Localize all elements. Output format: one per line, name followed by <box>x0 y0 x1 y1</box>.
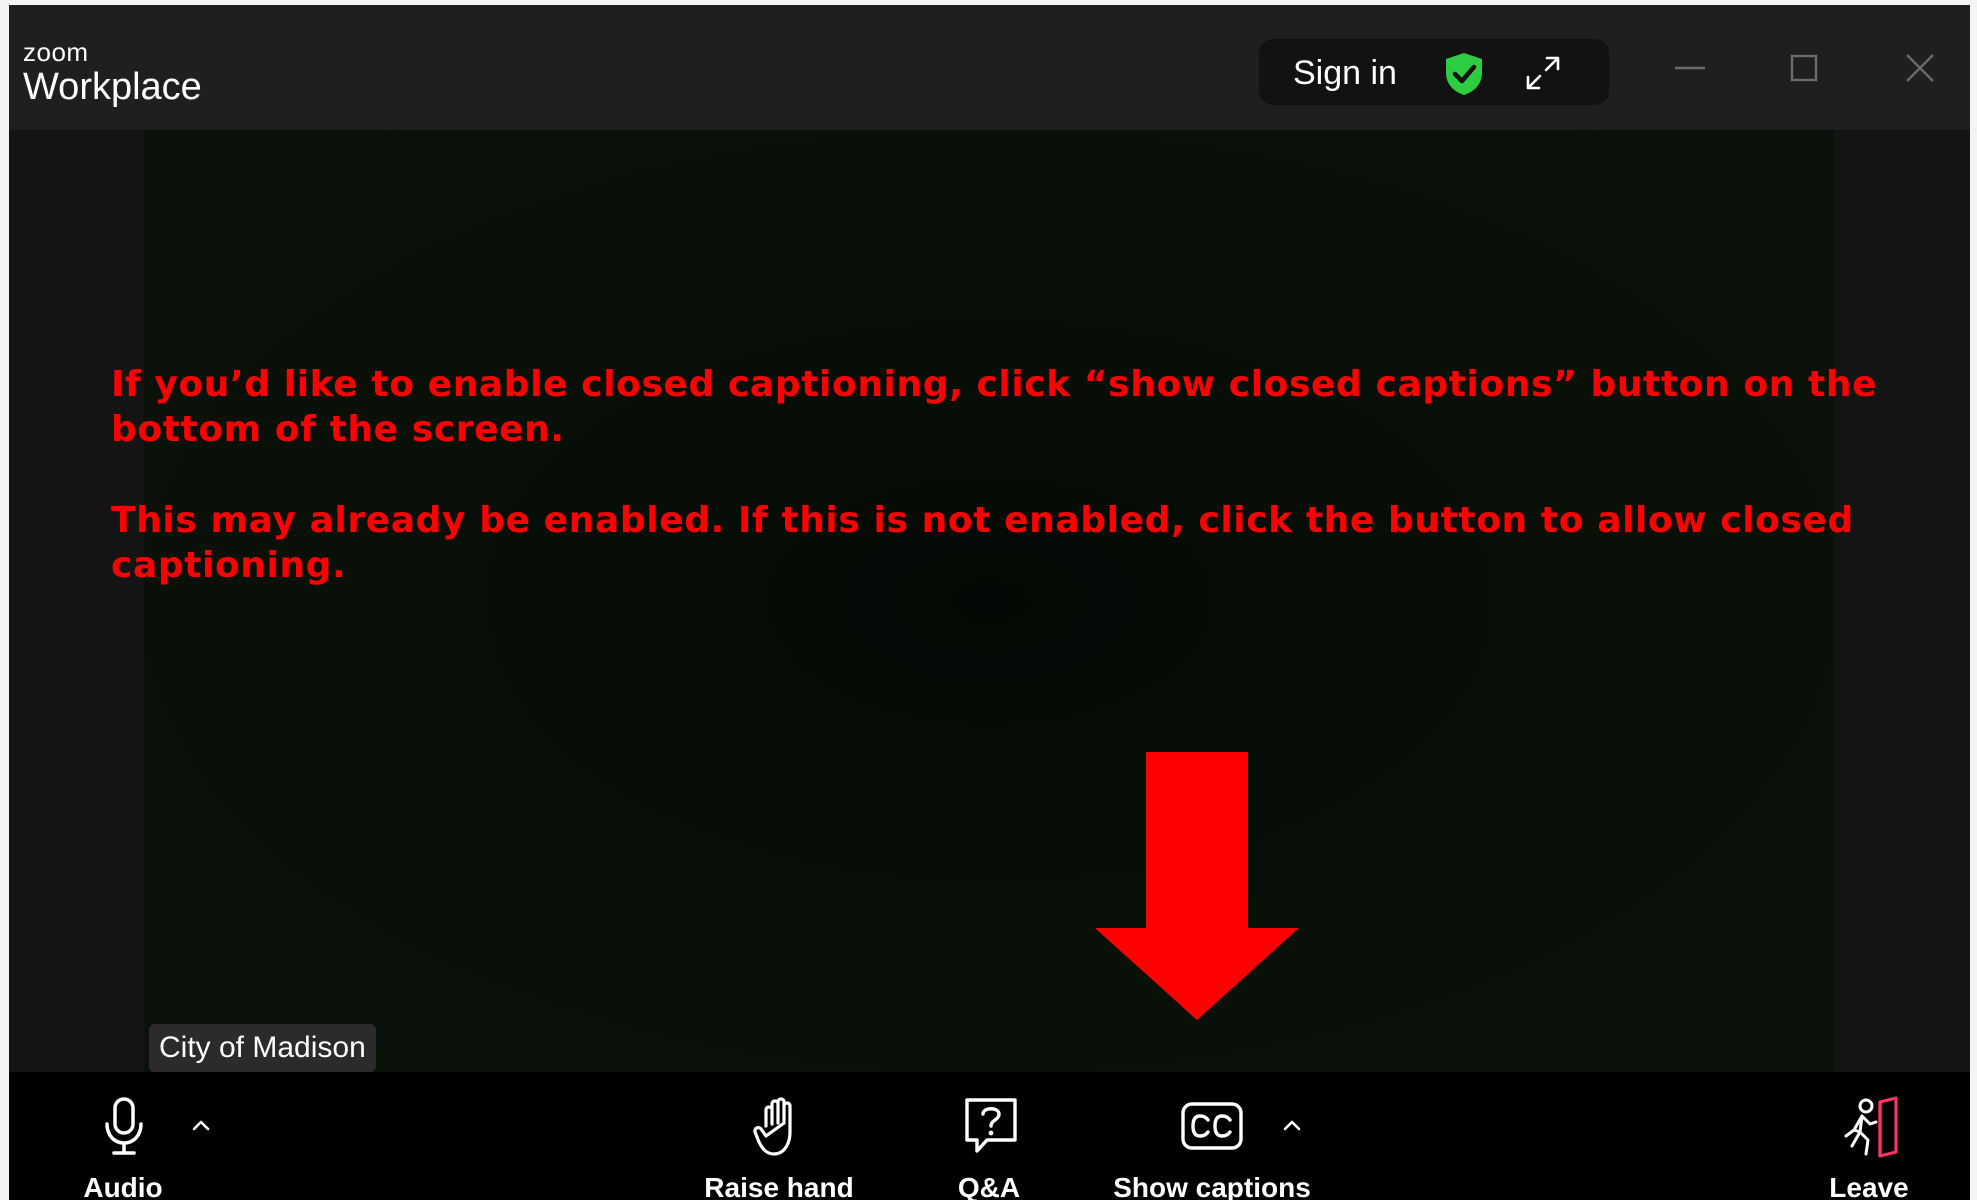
raise-hand-button[interactable]: Raise hand <box>689 1072 869 1200</box>
sign-in-button[interactable]: Sign in <box>1293 55 1397 91</box>
shield-check-icon[interactable] <box>1443 51 1485 97</box>
caption-instructions: If you’d like to enable closed captionin… <box>111 362 1901 634</box>
leave-button[interactable]: Leave <box>1809 1072 1939 1200</box>
expand-icon[interactable] <box>1523 53 1563 93</box>
meeting-toolbar: Audio Raise hand Q&A Show captions Leave <box>9 1072 1970 1200</box>
arrow-down-icon <box>1095 752 1299 1020</box>
chevron-up-icon[interactable] <box>1279 1116 1305 1134</box>
close-icon[interactable] <box>1895 43 1945 93</box>
meeting-stage: If you’d like to enable closed captionin… <box>9 130 1970 1072</box>
minimize-icon[interactable] <box>1665 43 1715 93</box>
zoom-window: zoom Workplace Sign in If you’d like to … <box>9 5 1970 1200</box>
maximize-icon[interactable] <box>1779 43 1829 93</box>
show-captions-button[interactable]: Show captions <box>1099 1072 1339 1200</box>
audio-label: Audio <box>83 1172 163 1200</box>
cc-icon <box>1181 1102 1243 1150</box>
instruction-line-1: If you’d like to enable closed captionin… <box>111 364 1878 450</box>
qa-button[interactable]: Q&A <box>929 1072 1049 1200</box>
audio-button[interactable]: Audio <box>49 1072 199 1200</box>
raise-hand-label: Raise hand <box>704 1172 854 1200</box>
participant-name-tag: City of Madison <box>149 1024 376 1072</box>
question-bubble-icon <box>965 1098 1017 1153</box>
brand-workplace: Workplace <box>23 66 202 108</box>
raise-hand-icon <box>753 1097 792 1156</box>
show-captions-label: Show captions <box>1113 1172 1311 1200</box>
qa-label: Q&A <box>957 1172 1021 1200</box>
title-bar: zoom Workplace Sign in <box>9 5 1970 130</box>
microphone-icon <box>105 1097 143 1155</box>
sign-in-pill: Sign in <box>1259 39 1609 105</box>
brand-zoom: zoom <box>23 37 89 67</box>
instruction-line-2: This may already be enabled. If this is … <box>111 500 1854 586</box>
leave-label: Leave <box>1829 1172 1909 1200</box>
chevron-up-icon[interactable] <box>188 1116 214 1134</box>
leave-icon <box>1844 1096 1898 1158</box>
